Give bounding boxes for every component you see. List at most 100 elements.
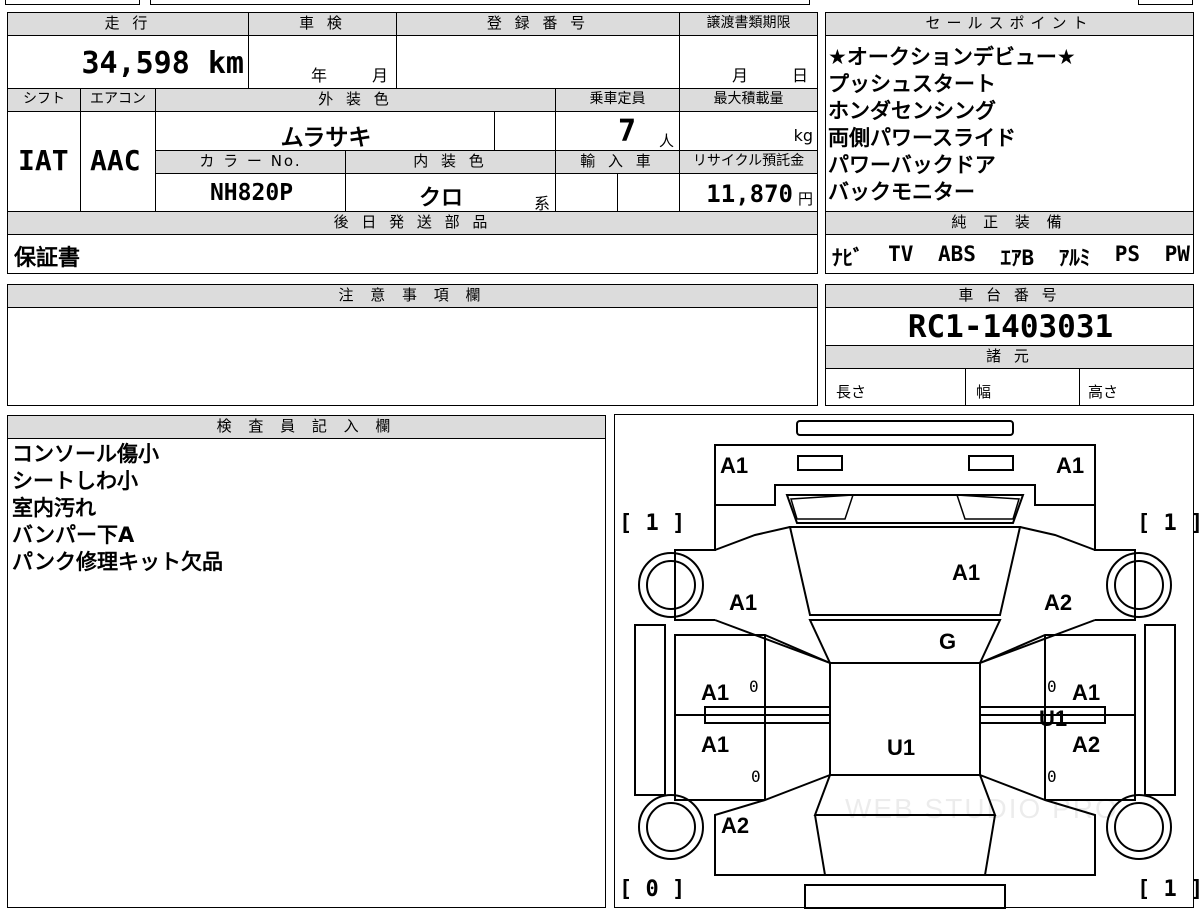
vehicle-summary-table: 走 行 車 検 登 録 番 号 譲渡書類期限 34,598 km 年 月 月 日… bbox=[7, 12, 818, 274]
shift-cell: IAT bbox=[7, 111, 81, 212]
tire-front-left-grade: [ 1 ] bbox=[619, 511, 686, 536]
max-load-cell: kg bbox=[679, 111, 818, 151]
damage-mark-front-left: A1 bbox=[720, 453, 749, 478]
sales-point-item: ホンダセンシング bbox=[828, 99, 996, 123]
interior-color-value: クロ bbox=[418, 186, 463, 211]
max-load-unit: kg bbox=[793, 126, 813, 145]
transfer-deadline-header: 譲渡書類期限 bbox=[679, 12, 818, 36]
transfer-month-unit: 月 bbox=[732, 66, 749, 85]
capacity-cell: 7 人 bbox=[555, 111, 680, 151]
later-parts-cell: 保証書 bbox=[7, 234, 818, 274]
equipment-nav: ﾅﾋﾞ bbox=[832, 246, 864, 270]
inspector-line: シートしわ小 bbox=[12, 469, 138, 493]
damage-mark-left-rear-door: A1 bbox=[701, 732, 730, 757]
registration-cell bbox=[396, 35, 680, 89]
color-no-header: カ ラ ー No. bbox=[155, 150, 346, 174]
registration-header: 登 録 番 号 bbox=[396, 12, 680, 36]
mileage-cell: 34,598 km bbox=[7, 35, 249, 89]
genuine-equipment-cell: ﾅﾋﾞ TV ABS ｴｱB ｱﾙﾐ PS PW bbox=[825, 234, 1194, 274]
exterior-color-header: 外 装 色 bbox=[155, 88, 556, 112]
ac-cell: AAC bbox=[80, 111, 156, 212]
inspector-body: コンソール傷小 シートしわ小 室内汚れ バンパー下A パンク修理キット欠品 bbox=[7, 438, 606, 908]
equipment-ps: PS bbox=[1114, 242, 1141, 266]
recycle-cell: 11,870 円 bbox=[679, 173, 818, 212]
spec-width-cell: 幅 bbox=[965, 368, 1080, 406]
spec-length-cell: 長さ bbox=[825, 368, 966, 406]
damage-mark-bonnet: A1 bbox=[952, 560, 981, 585]
shaken-cell: 年 月 bbox=[248, 35, 397, 89]
chassis-header: 車 台 番 号 bbox=[825, 284, 1194, 308]
exterior-color-value: ムラサキ bbox=[280, 125, 372, 151]
damage-mark-right-step: U1 bbox=[1039, 706, 1068, 731]
interior-color-header: 内 装 色 bbox=[345, 150, 556, 174]
damage-mark-right-front-door: A1 bbox=[1072, 680, 1101, 705]
notes-body bbox=[7, 307, 818, 406]
damage-mark-left-rear-door-sub: 0 bbox=[751, 767, 761, 786]
inspector-line: バンパー下A bbox=[12, 523, 135, 547]
import-cell-left bbox=[555, 173, 618, 212]
damage-mark-right-front-door-sub: 0 bbox=[1047, 677, 1057, 696]
damage-mark-left-front-door: A1 bbox=[701, 680, 730, 705]
inspector-line: 室内汚れ bbox=[12, 496, 96, 520]
car-outline-drawing bbox=[634, 420, 1176, 909]
inspector-header: 検 査 員 記 入 欄 bbox=[7, 415, 606, 439]
spec-height-label: 高さ bbox=[1088, 383, 1119, 401]
spec-width-label: 幅 bbox=[976, 383, 992, 401]
mileage-value: 34,598 km bbox=[81, 46, 244, 81]
damage-mark-right-fender: A2 bbox=[1044, 590, 1073, 615]
shaken-header: 車 検 bbox=[248, 12, 397, 36]
sales-points-header: セールスポイント bbox=[825, 12, 1194, 36]
sales-point-item: ★オークションデビュー★ bbox=[828, 45, 1076, 69]
capacity-unit: 人 bbox=[659, 132, 675, 150]
color-no-value: NH820P bbox=[209, 180, 294, 206]
capacity-header: 乗車定員 bbox=[555, 88, 680, 112]
damage-mark-windshield: G bbox=[939, 629, 957, 654]
transfer-day-unit: 日 bbox=[792, 66, 809, 85]
mileage-header: 走 行 bbox=[7, 12, 249, 36]
recycle-fee-unit: 円 bbox=[797, 190, 813, 208]
shaken-year-unit: 年 bbox=[311, 66, 328, 85]
ac-header: エアコン bbox=[80, 88, 156, 112]
equipment-airbag: ｴｱB bbox=[1000, 246, 1035, 270]
sales-points-list: ★オークションデビュー★ プッシュスタート ホンダセンシング 両側パワースライド… bbox=[825, 35, 1194, 212]
spec-height-cell: 高さ bbox=[1079, 368, 1194, 406]
tire-rear-right-grade: [ 1 ] bbox=[1137, 877, 1200, 902]
shift-header: シフト bbox=[7, 88, 81, 112]
equipment-abs: ABS bbox=[937, 242, 976, 266]
damage-mark-right-rear-door-sub: 0 bbox=[1047, 767, 1057, 786]
tire-front-right-grade: [ 1 ] bbox=[1137, 511, 1200, 536]
sales-point-item: パワーバックドア bbox=[828, 153, 996, 177]
later-parts-value: 保証書 bbox=[14, 246, 81, 271]
car-damage-diagram: [ 1 ] [ 1 ] [ 0 ] [ 1 ] A1 A1 A1 A1 A2 G… bbox=[614, 414, 1200, 909]
equipment-alloy-wheels: ｱﾙﾐ bbox=[1058, 246, 1091, 270]
ac-value: AAC bbox=[90, 144, 141, 177]
exterior-color-extra-cell bbox=[494, 111, 556, 151]
max-load-header: 最大積載量 bbox=[679, 88, 818, 112]
transfer-deadline-cell: 月 日 bbox=[679, 35, 818, 89]
spec-length-label: 長さ bbox=[836, 383, 867, 401]
shift-value: IAT bbox=[18, 144, 69, 177]
damage-mark-front-right: A1 bbox=[1056, 453, 1085, 478]
inspector-line: パンク修理キット欠品 bbox=[12, 550, 224, 574]
tire-rear-left-grade: [ 0 ] bbox=[619, 877, 686, 902]
damage-mark-roof: U1 bbox=[887, 735, 916, 760]
genuine-equipment-header: 純 正 装 備 bbox=[825, 211, 1194, 235]
damage-mark-right-rear-door: A2 bbox=[1072, 732, 1101, 757]
chassis-cell: RC1-1403031 bbox=[825, 307, 1194, 346]
sales-point-item: プッシュスタート bbox=[828, 72, 996, 96]
recycle-fee-value: 11,870 bbox=[706, 180, 793, 208]
damage-mark-left-fender: A1 bbox=[729, 590, 758, 615]
inspector-line: コンソール傷小 bbox=[12, 442, 159, 466]
sales-points-panel: セールスポイント ★オークションデビュー★ プッシュスタート ホンダセンシング … bbox=[825, 12, 1194, 274]
later-parts-header: 後 日 発 送 部 品 bbox=[7, 211, 818, 235]
equipment-tv: TV bbox=[888, 242, 914, 266]
equipment-pw: PW bbox=[1164, 242, 1190, 266]
damage-mark-left-front-door-sub: 0 bbox=[749, 677, 759, 696]
notes-header: 注 意 事 項 欄 bbox=[7, 284, 818, 308]
sales-point-item: 両側パワースライド bbox=[828, 126, 1016, 150]
shaken-month-unit: 月 bbox=[372, 66, 389, 85]
import-header: 輸 入 車 bbox=[555, 150, 680, 174]
recycle-header: リサイクル預託金 bbox=[679, 150, 818, 174]
top-strip bbox=[0, 0, 1200, 6]
watermark: WEB STUDIO PRO bbox=[845, 793, 1119, 824]
